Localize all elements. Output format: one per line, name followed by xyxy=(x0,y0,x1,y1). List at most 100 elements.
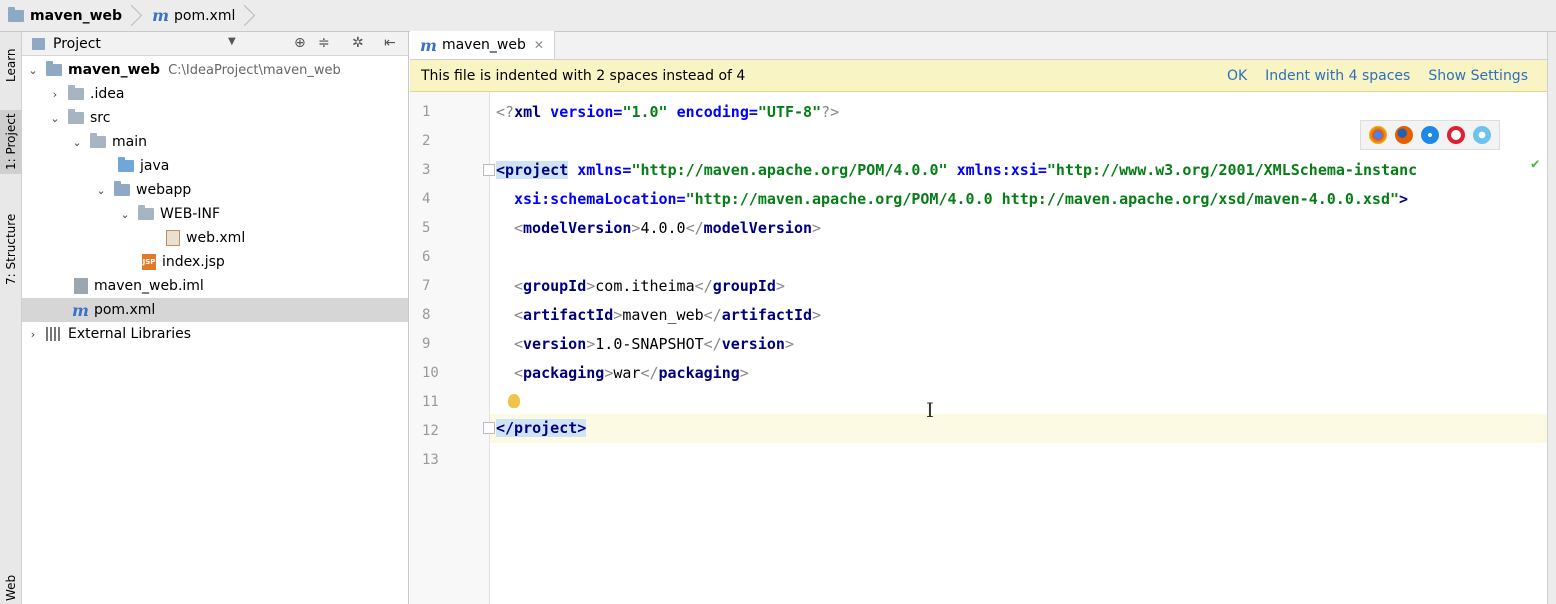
project-view-selector[interactable]: Project xyxy=(53,36,101,52)
project-panel: Project ▼ ⊕ ≑ ✲ ⇤ ⌄ maven_web C:\IdeaPro… xyxy=(22,32,409,604)
close-icon[interactable]: ✕ xyxy=(534,38,544,52)
indent-notification-banner: This file is indented with 2 spaces inst… xyxy=(410,60,1547,92)
collapse-all-icon[interactable]: ≑ xyxy=(318,35,330,51)
lightbulb-icon[interactable] xyxy=(508,394,520,408)
tree-item-external-libraries[interactable]: › External Libraries xyxy=(22,322,408,346)
source-folder-icon xyxy=(118,157,134,172)
hide-icon[interactable]: ⇤ xyxy=(384,35,396,51)
learn-tab[interactable]: Learn xyxy=(0,36,22,94)
tree-item-label: maven_web.iml xyxy=(94,278,204,294)
tree-item-src[interactable]: ⌄ src xyxy=(22,106,408,130)
code-line-4: xsi:schemaLocation="http://maven.apache.… xyxy=(514,190,1409,208)
maven-file-icon: m xyxy=(72,300,89,320)
indent-with-4-spaces-link[interactable]: Indent with 4 spaces xyxy=(1265,68,1410,84)
libraries-icon xyxy=(46,327,62,341)
code-line-3: <project xmlns="http://maven.apache.org/… xyxy=(496,161,1418,179)
chevron-down-icon[interactable]: ▼ xyxy=(228,36,236,47)
fold-marker-icon[interactable] xyxy=(483,422,495,434)
code-line-9: <version>1.0-SNAPSHOT</version> xyxy=(514,335,794,353)
chevron-down-icon[interactable]: ⌄ xyxy=(26,64,40,77)
iml-file-icon xyxy=(74,278,88,294)
line-number: 11 xyxy=(422,394,439,410)
folder-icon xyxy=(138,205,154,220)
line-number: 8 xyxy=(422,307,431,323)
tree-item-maven-web[interactable]: ⌄ maven_web C:\IdeaProject\maven_web xyxy=(22,58,408,82)
firefox-icon[interactable] xyxy=(1395,126,1413,144)
breadcrumb-separator xyxy=(241,0,253,32)
folder-icon xyxy=(68,109,84,124)
locate-icon[interactable]: ⊕ xyxy=(294,35,306,51)
tab-maven-web[interactable]: m maven_web ✕ xyxy=(410,31,555,59)
tree-item-web-xml[interactable]: web.xml xyxy=(22,226,408,250)
line-number: 7 xyxy=(422,278,431,294)
tree-item-pom-xml[interactable]: m pom.xml xyxy=(22,298,408,322)
text-cursor-icon: I xyxy=(926,398,934,422)
structure-tool-tab[interactable]: 7: Structure xyxy=(0,212,22,286)
browser-preview-bar xyxy=(1360,120,1500,150)
project-tool-tab[interactable]: 1: Project xyxy=(0,110,22,174)
tree-item-label: main xyxy=(112,134,147,150)
show-settings-link[interactable]: Show Settings xyxy=(1428,68,1528,84)
tree-item-label: webapp xyxy=(136,182,192,198)
editor-tab-bar: m maven_web ✕ xyxy=(410,31,1547,60)
breadcrumb-separator xyxy=(128,0,140,32)
tree-item-label: WEB-INF xyxy=(160,206,220,222)
tree-item-webapp[interactable]: ⌄ webapp xyxy=(22,178,408,202)
code-line-7: <groupId>com.itheima</groupId> xyxy=(514,277,785,295)
web-folder-icon xyxy=(114,181,130,196)
tree-item-maven-web-iml[interactable]: maven_web.iml xyxy=(22,274,408,298)
chevron-right-icon[interactable]: › xyxy=(26,328,40,341)
editor: m maven_web ✕ This file is indented with… xyxy=(410,31,1547,604)
right-tool-strip xyxy=(1547,32,1556,604)
opera-icon[interactable] xyxy=(1447,126,1465,144)
gear-icon[interactable]: ✲ xyxy=(352,35,364,51)
tree-item-idea[interactable]: › .idea xyxy=(22,82,408,106)
chevron-down-icon[interactable]: ⌄ xyxy=(70,136,84,149)
chrome-icon[interactable] xyxy=(1369,126,1387,144)
fold-marker-icon[interactable] xyxy=(483,164,495,176)
line-number: 3 xyxy=(422,162,431,178)
project-folder-icon xyxy=(8,6,24,22)
code-line-8: <artifactId>maven_web</artifactId> xyxy=(514,306,822,324)
breadcrumb-file[interactable]: m pom.xml xyxy=(144,0,257,32)
tab-label: maven_web xyxy=(441,37,526,53)
maven-file-icon: m xyxy=(420,35,437,55)
chevron-right-icon[interactable]: › xyxy=(48,88,62,101)
breadcrumb-project-label: maven_web xyxy=(30,7,123,24)
project-panel-header: Project ▼ ⊕ ≑ ✲ ⇤ xyxy=(22,32,408,56)
tree-item-label: java xyxy=(140,158,170,174)
ie-icon[interactable] xyxy=(1473,126,1491,144)
tree-item-web-inf[interactable]: ⌄ WEB-INF xyxy=(22,202,408,226)
tree-item-label: pom.xml xyxy=(93,302,156,318)
tree-item-label: External Libraries xyxy=(68,326,191,342)
tree-item-index-jsp[interactable]: JSP index.jsp xyxy=(22,250,408,274)
code-line-10: <packaging>war</packaging> xyxy=(514,364,749,382)
ok-link[interactable]: OK xyxy=(1227,68,1247,84)
tree-item-path: C:\IdeaProject\maven_web xyxy=(168,62,341,78)
web-tool-tab[interactable]: Web xyxy=(0,572,22,604)
tree-item-java[interactable]: java xyxy=(22,154,408,178)
code-line-1: <?xml version="1.0" encoding="UTF-8"?> xyxy=(496,103,840,121)
line-number: 10 xyxy=(422,365,439,381)
line-number: 5 xyxy=(422,220,431,236)
tree-item-main[interactable]: ⌄ main xyxy=(22,130,408,154)
line-number: 2 xyxy=(422,133,431,149)
chevron-down-icon[interactable]: ⌄ xyxy=(94,184,108,197)
line-number: 4 xyxy=(422,191,431,207)
breadcrumb-project[interactable]: maven_web xyxy=(0,0,144,32)
chevron-down-icon[interactable]: ⌄ xyxy=(48,112,62,125)
code-area[interactable]: 1 2 3 4 5 6 7 8 9 10 11 12 13 <?xml vers… xyxy=(410,92,1547,604)
module-folder-icon xyxy=(46,61,62,76)
chevron-down-icon[interactable]: ⌄ xyxy=(118,208,132,221)
line-number: 1 xyxy=(422,104,431,120)
inspection-ok-icon[interactable]: ✔ xyxy=(1531,156,1539,172)
xml-file-icon xyxy=(166,230,180,246)
code-line-12: </project> xyxy=(496,419,587,437)
tree-item-label: web.xml xyxy=(186,230,246,246)
safari-icon[interactable] xyxy=(1421,126,1439,144)
code-line-5: <modelVersion>4.0.0</modelVersion> xyxy=(514,219,822,237)
line-number: 9 xyxy=(422,336,431,352)
maven-file-icon: m xyxy=(152,6,170,25)
project-view-icon xyxy=(32,37,45,50)
tree-item-label: src xyxy=(90,110,111,126)
